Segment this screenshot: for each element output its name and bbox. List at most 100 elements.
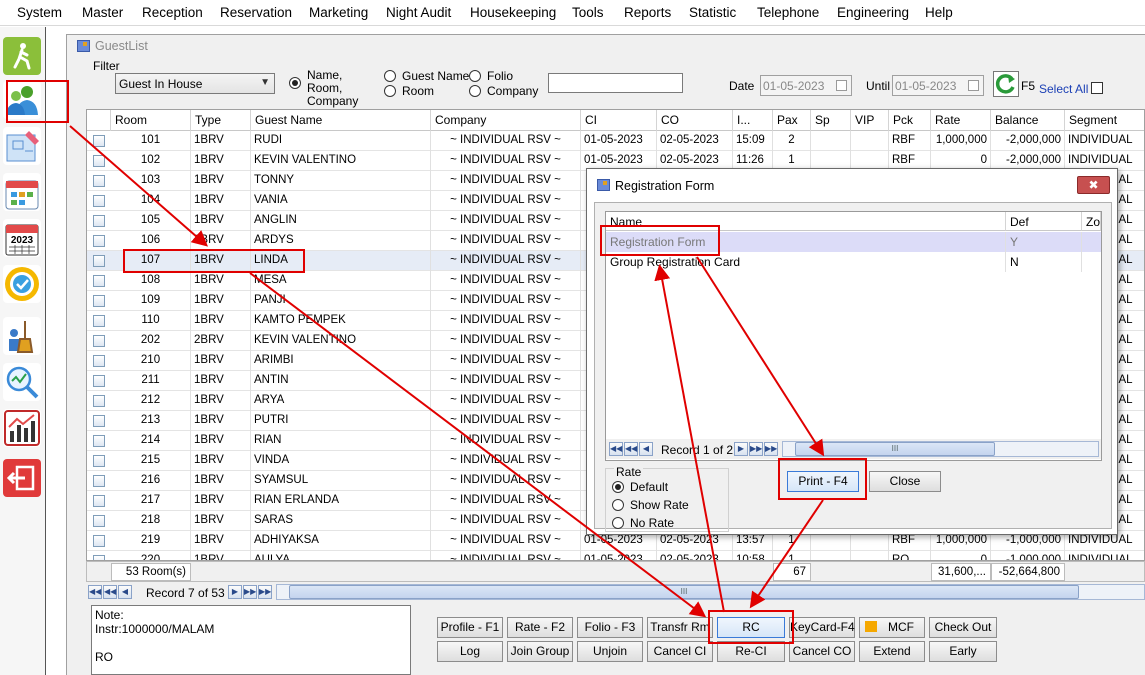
col-type[interactable]: Type [191, 110, 251, 131]
menu-reports[interactable]: Reports [624, 5, 671, 20]
row-select-checkbox[interactable] [93, 475, 105, 487]
row-select-checkbox[interactable] [93, 355, 105, 367]
menu-system[interactable]: System [17, 5, 62, 20]
col-rate[interactable]: Rate [931, 110, 991, 131]
menu-master[interactable]: Master [82, 5, 123, 20]
menu-engineering[interactable]: Engineering [837, 5, 909, 20]
col-company[interactable]: Company [431, 110, 581, 131]
col-time[interactable]: I... [733, 110, 773, 131]
menu-tools[interactable]: Tools [572, 5, 604, 20]
col-zoom[interactable]: Zoo [1082, 212, 1101, 231]
row-select-checkbox[interactable] [93, 335, 105, 347]
menu-marketing[interactable]: Marketing [309, 5, 368, 20]
row-select-checkbox[interactable] [93, 235, 105, 247]
col-pax[interactable]: Pax [773, 110, 811, 131]
row-select-checkbox[interactable] [93, 255, 105, 267]
last-record-icon[interactable]: ▶▶ [764, 442, 778, 456]
row-select-checkbox[interactable] [93, 155, 105, 167]
next-page-icon[interactable]: ▶▶ [243, 585, 257, 599]
dialog-horizontal-scrollbar[interactable]: III [782, 441, 1099, 457]
mcf-button[interactable]: MCF [859, 617, 925, 638]
date-from-field[interactable]: 01-05-2023 [760, 75, 852, 96]
form-row-group-card[interactable]: Group Registration Card N [606, 252, 1101, 272]
check-out-button[interactable]: Check Out [929, 617, 997, 638]
col-pck[interactable]: Pck [889, 110, 931, 131]
row-select-checkbox[interactable] [93, 215, 105, 227]
transfer-room-button[interactable]: Transfr Rm [647, 617, 713, 638]
row-select-checkbox[interactable] [93, 535, 105, 547]
radio-show-rate[interactable] [612, 499, 624, 511]
table-row[interactable]: 101 1BRV RUDI ~ INDIVIDUAL RSV ~01-05-2023 0… [87, 131, 1144, 151]
profile-button[interactable]: Profile - F1 [437, 617, 503, 638]
menu-reception[interactable]: Reception [142, 5, 203, 20]
keycard-button[interactable]: KeyCard-F4 [789, 617, 855, 638]
early-button[interactable]: Early [929, 641, 997, 662]
extend-button[interactable]: Extend [859, 641, 925, 662]
folio-button[interactable]: Folio - F3 [577, 617, 643, 638]
rc-button[interactable]: RC [717, 617, 785, 638]
row-select-checkbox[interactable] [93, 455, 105, 467]
col-ci[interactable]: CI [581, 110, 657, 131]
next-record-icon[interactable]: ▶ [228, 585, 242, 599]
radio-room[interactable] [384, 85, 396, 97]
search-analytics-icon[interactable] [3, 363, 41, 401]
cancel-co-button[interactable]: Cancel CO [789, 641, 855, 662]
select-all-label[interactable]: Select All [1039, 82, 1088, 96]
row-select-checkbox[interactable] [93, 515, 105, 527]
prev-page-icon[interactable]: ◀◀ [103, 585, 117, 599]
close-button[interactable]: Close [869, 471, 941, 492]
calendar-dropdown-icon[interactable] [836, 80, 847, 91]
row-select-checkbox[interactable] [93, 295, 105, 307]
row-select-checkbox[interactable] [93, 415, 105, 427]
menu-help[interactable]: Help [925, 5, 953, 20]
col-co[interactable]: CO [657, 110, 733, 131]
menu-night-audit[interactable]: Night Audit [386, 5, 451, 20]
prev-page-icon[interactable]: ◀◀ [624, 442, 638, 456]
prev-record-icon[interactable]: ◀ [118, 585, 132, 599]
first-record-icon[interactable]: ◀◀ [88, 585, 102, 599]
floor-plan-icon[interactable] [3, 127, 41, 165]
col-name[interactable]: Name [606, 212, 1006, 231]
radio-guest-name[interactable] [384, 70, 396, 82]
search-input[interactable] [548, 73, 683, 93]
horizontal-scrollbar[interactable]: III [276, 584, 1145, 600]
first-record-icon[interactable]: ◀◀ [609, 442, 623, 456]
menu-statistic[interactable]: Statistic [689, 5, 736, 20]
re-ci-button[interactable]: Re-CI [717, 641, 785, 662]
menu-reservation[interactable]: Reservation [220, 5, 292, 20]
note-box[interactable]: Note: Instr:1000000/MALAM RO [91, 605, 411, 675]
col-balance[interactable]: Balance [991, 110, 1065, 131]
calendar-dropdown-icon[interactable] [968, 80, 979, 91]
cancel-ci-button[interactable]: Cancel CI [647, 641, 713, 662]
form-row-registration[interactable]: Registration Form Y [606, 232, 1101, 252]
chart-report-icon[interactable] [3, 409, 41, 447]
housekeeping-icon[interactable] [3, 317, 41, 355]
last-record-icon[interactable]: ▶▶ [258, 585, 272, 599]
menu-telephone[interactable]: Telephone [757, 5, 819, 20]
refresh-button[interactable] [993, 71, 1019, 97]
row-select-checkbox[interactable] [93, 135, 105, 147]
calendar-icon[interactable]: 2023 [3, 219, 41, 257]
col-def[interactable]: Def [1006, 212, 1082, 231]
row-select-checkbox[interactable] [93, 275, 105, 287]
calendar-grid-icon[interactable] [3, 173, 41, 211]
log-button[interactable]: Log [437, 641, 503, 662]
col-room[interactable]: Room [111, 110, 191, 131]
availability-badge-icon[interactable] [3, 265, 41, 303]
radio-company[interactable] [469, 85, 481, 97]
col-sp[interactable]: Sp [811, 110, 851, 131]
table-row[interactable]: 220 1BRV AULYA ~ INDIVIDUAL RSV ~01-05-2023… [87, 551, 1144, 560]
select-all-checkbox[interactable] [1091, 82, 1103, 94]
menu-housekeeping[interactable]: Housekeeping [470, 5, 556, 20]
scrollbar-thumb[interactable]: III [289, 585, 1079, 599]
col-segment[interactable]: Segment [1065, 110, 1144, 131]
filter-select[interactable]: Guest In House ▼ [115, 73, 275, 94]
row-select-checkbox[interactable] [93, 395, 105, 407]
print-button[interactable]: Print - F4 [787, 471, 859, 492]
exit-icon[interactable] [3, 459, 41, 497]
row-select-checkbox[interactable] [93, 175, 105, 187]
unjoin-button[interactable]: Unjoin [577, 641, 643, 662]
radio-name-room-company[interactable] [289, 77, 301, 89]
col-guest-name[interactable]: Guest Name [251, 110, 431, 131]
row-select-checkbox[interactable] [93, 375, 105, 387]
